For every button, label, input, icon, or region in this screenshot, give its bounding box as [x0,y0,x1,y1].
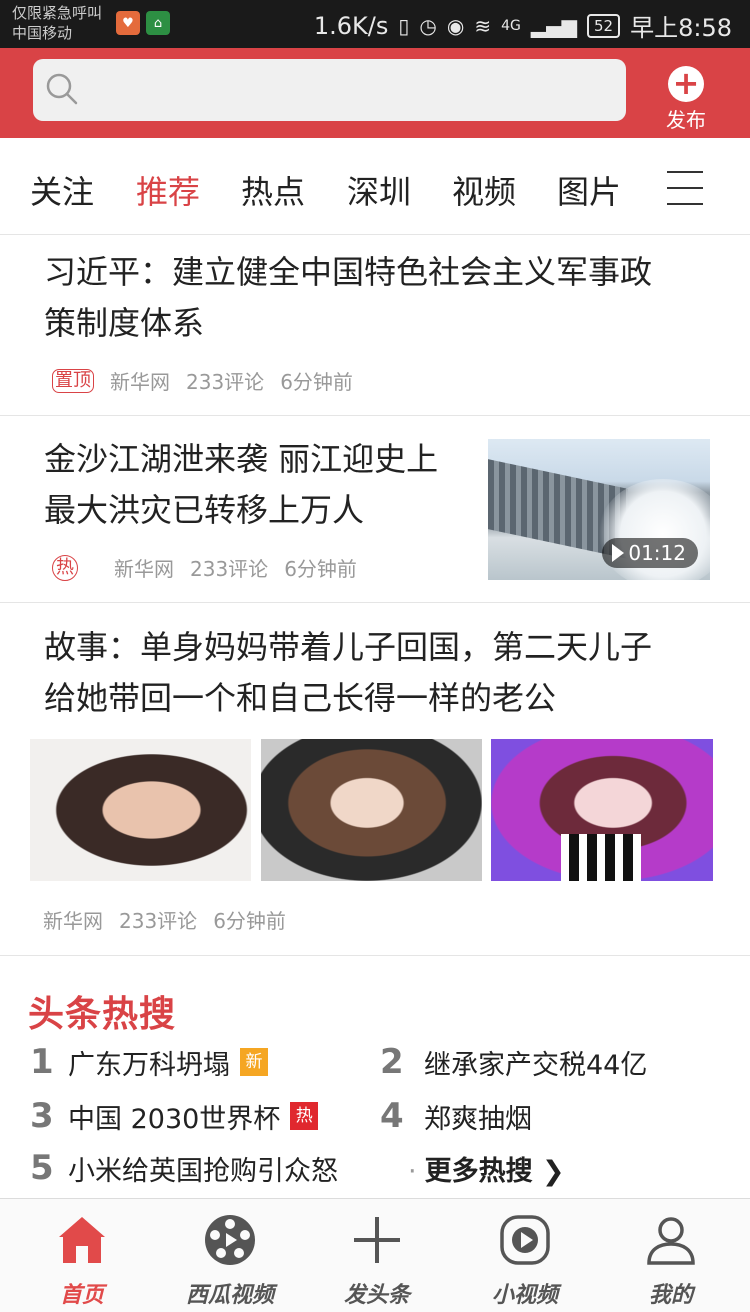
nav-short-video[interactable]: 小视频 [460,1213,590,1309]
chevron-right-icon: ❯ [532,1156,565,1187]
nav-mine[interactable]: 我的 [606,1213,736,1309]
news-title: 故事：单身妈妈带着儿子回国，第二天儿子 给她带回一个和自己长得一样的老公 [44,628,653,717]
hot-rank: 2 [380,1042,404,1082]
hot-badge: 热 [290,1102,319,1130]
nav-label: 小视频 [491,1283,558,1308]
tab-pictures[interactable]: 图片 [557,167,621,213]
nav-post[interactable]: 发头条 [312,1213,442,1309]
hot-rank: 3 [30,1096,54,1136]
comment-count: 233评论 [119,909,198,933]
news-source: 新华网 [43,909,103,933]
hot-badge: 热 [52,554,78,581]
news-item[interactable]: 习近平：建立健全中国特色社会主义军事政 策制度体系 置顶 新华网 233评论 6… [0,235,750,416]
nav-label: 我的 [648,1283,693,1308]
hot-search-item[interactable]: 2 继承家产交税44亿 [380,1042,647,1082]
alarm-icon: ◷ [419,13,437,38]
hot-text: 广东万科坍塌 [68,1049,230,1081]
emergency-text: 仅限紧急呼叫 [12,4,103,22]
news-source: 新华网 [114,557,174,581]
clock: 早上8:58 [630,14,732,42]
bullet-dot: · [408,1156,417,1187]
publish-label: 发布 [666,108,706,132]
home-app-icon: ⌂ [146,11,170,35]
news-time: 6分钟前 [284,557,357,581]
pinned-badge: 置顶 [52,368,94,393]
nav-label: 首页 [59,1283,104,1308]
status-indicators: 1.6K/s ▯ ◷ ◉ ≋ 4G ▂▄▆ 52 早上8:58 [314,8,732,43]
search-icon [46,73,78,105]
nav-home[interactable]: 首页 [17,1213,147,1309]
tab-shenzhen[interactable]: 深圳 [347,167,411,213]
new-badge: 新 [240,1048,268,1076]
publish-button[interactable]: + 发布 [656,66,716,133]
status-bar: 仅限紧急呼叫 中国移动 ♥ ⌂ 1.6K/s ▯ ◷ ◉ ≋ 4G ▂▄▆ 52… [0,0,750,48]
search-input[interactable] [33,59,626,121]
article-image[interactable] [30,739,251,881]
eye-icon: ◉ [446,13,465,38]
hot-search-item[interactable]: 5 小米给英国抢购引众怒 [30,1148,338,1188]
plus-circle-icon: + [668,66,704,102]
notification-icons: ♥ ⌂ [116,11,170,35]
network-speed: 1.6K/s [313,11,389,40]
comment-count: 233评论 [190,557,269,581]
tab-hot[interactable]: 热点 [241,167,305,213]
wifi-icon: ≋ [474,13,492,38]
heart-app-icon: ♥ [116,11,140,35]
news-meta: 置顶 新华网 233评论 6分钟前 [52,366,353,395]
news-meta: 热 新华网 233评论 6分钟前 [52,553,357,582]
film-reel-icon [205,1215,255,1265]
hot-search-title: 头条热搜 [28,994,177,1035]
comment-count: 233评论 [186,370,265,394]
tab-recommend[interactable]: 推荐 [136,167,200,213]
signal-icon: ▂▄▆ [530,13,577,38]
news-time: 6分钟前 [280,370,353,394]
nav-label: 西瓜视频 [185,1283,274,1308]
hot-text: 中国 2030世界杯 [68,1103,281,1135]
menu-icon[interactable] [667,171,703,205]
nav-label: 发头条 [343,1283,410,1308]
more-label: 更多热搜 [424,1156,533,1187]
battery-indicator: 52 [587,13,621,38]
hot-search-item[interactable]: 3 中国 2030世界杯 热 [30,1096,319,1136]
user-icon [647,1217,695,1265]
network-type: 4G [501,17,521,34]
news-item[interactable]: 金沙江湖泄来袭 丽江迎史上 最大洪灾已转移上万人 热 新华网 233评论 6分钟… [0,404,750,603]
hot-search-item[interactable]: 1 广东万科坍塌 新 [30,1042,268,1082]
news-meta: 新华网 233评论 6分钟前 [43,905,286,934]
hot-rank: 4 [380,1096,404,1136]
hot-rank: 1 [30,1042,54,1082]
nav-xigua-video[interactable]: 西瓜视频 [165,1213,295,1309]
home-icon [59,1217,105,1263]
news-source: 新华网 [110,370,170,394]
hot-rank: 5 [30,1148,54,1188]
tab-follow[interactable]: 关注 [30,167,94,213]
more-hot-search-link[interactable]: · 更多热搜 ❯ [408,1149,565,1188]
tab-video[interactable]: 视频 [452,167,516,213]
play-icon [500,1215,550,1265]
hot-text: 继承家产交税44亿 [424,1049,648,1081]
hot-text: 小米给英国抢购引众怒 [68,1155,338,1187]
app-header: + 发布 [0,48,750,138]
news-item[interactable]: 故事：单身妈妈带着儿子回国，第二天儿子 给她带回一个和自己长得一样的老公 新华网… [0,603,750,956]
carrier-name: 中国移动 [12,24,73,42]
video-thumbnail[interactable]: 01:12 [488,439,710,580]
carrier-info: 仅限紧急呼叫 中国移动 [12,3,102,43]
video-duration: 01:12 [602,538,698,568]
article-image[interactable] [491,739,713,881]
article-image[interactable] [261,739,482,881]
hot-search-item[interactable]: 4 郑爽抽烟 [380,1096,532,1136]
news-title: 金沙江湖泄来袭 丽江迎史上 最大洪灾已转移上万人 [44,440,439,529]
bottom-navigation: 首页 西瓜视频 发头条 小视频 我的 [0,1198,750,1312]
news-time: 6分钟前 [213,909,286,933]
category-tabs: 关注 推荐 热点 深圳 视频 图片 [0,138,750,235]
vibrate-icon: ▯ [398,13,410,38]
hot-text: 郑爽抽烟 [424,1103,532,1135]
news-title: 习近平：建立健全中国特色社会主义军事政 策制度体系 [44,253,653,342]
plus-icon [354,1217,400,1263]
